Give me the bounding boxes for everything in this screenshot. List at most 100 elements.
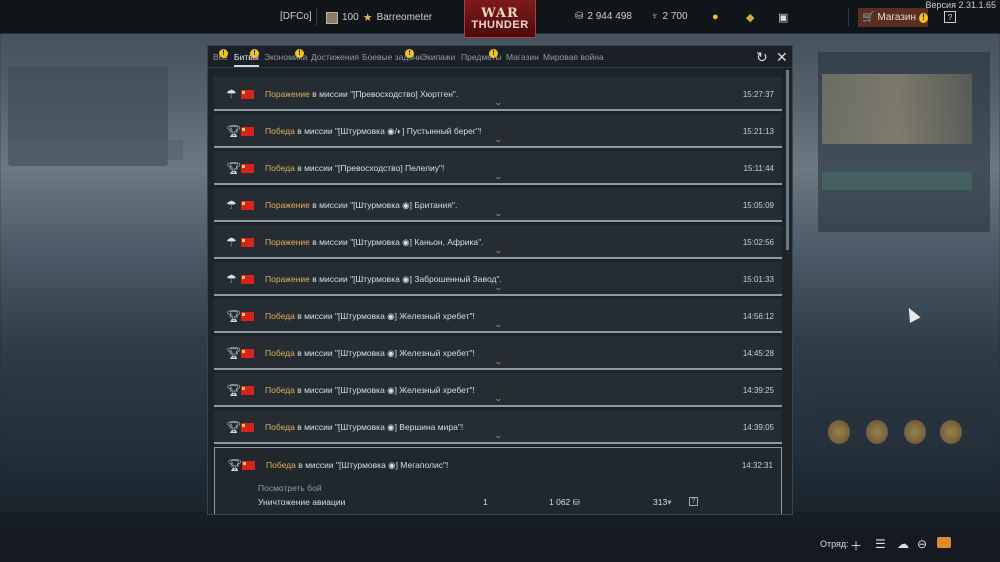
china-flag-icon [241,312,254,321]
china-flag-icon [241,164,254,173]
tab-world-war[interactable]: Мировая война [543,52,604,62]
silver-lions[interactable]: ⛁ 2 944 498 [575,11,632,22]
chevron-down-icon[interactable]: ⌄ [494,172,503,181]
view-battle-link[interactable]: Посмотреть бой [258,483,322,493]
parachute-icon: ☂ [226,87,237,101]
notifications-window: Все ! Битвы ! Экономика ! Достижения Бое… [207,45,793,515]
parachute-icon: ☂ [226,235,237,249]
china-flag-icon [242,461,255,470]
silver-lions-icon: ⛁ [572,497,580,507]
chevron-down-icon[interactable]: ⌄ [494,431,503,440]
china-flag-icon [241,423,254,432]
list-item[interactable]: 🏆︎ Победа в миссии "[Штурмовка ◉] Железн… [214,373,782,407]
golden-eagles[interactable]: ♆ 2 700 [651,11,688,22]
timestamp: 14:56:12 [742,312,774,321]
china-flag-icon [241,386,254,395]
trophy-icon: 🏆︎ [226,309,242,323]
tab-shop[interactable]: Магазин [506,52,539,62]
timestamp: 15:11:44 [743,164,774,173]
list-item[interactable]: ☂ Поражение в миссии "[Штурмовка ◉] Забр… [214,262,782,296]
lightbulb-icon[interactable]: ● [712,11,719,23]
squadron-tag[interactable]: [DFCo] [280,11,312,22]
chevron-down-icon[interactable]: ⌄ [494,246,503,255]
chevron-down-icon[interactable]: ⌄ [494,394,503,403]
list-item[interactable]: 🏆︎ Победа в миссии "[Штурмовка ◉] Железн… [214,336,782,370]
background-image [822,74,972,144]
timestamp: 14:32:31 [741,461,773,470]
stat-research: 313▾ [653,497,672,507]
trophy-icon: 🏆︎ [226,383,242,397]
china-flag-icon [241,201,254,210]
medal-icon [904,420,926,444]
help-icon[interactable]: ? [689,497,698,506]
timestamp: 15:02:56 [742,238,774,247]
trophy-icon: 🏆︎ [226,346,242,360]
list-item[interactable]: 🏆︎ Победа в миссии "[Превосходство] Пеле… [214,151,782,185]
avatar [326,11,338,24]
shop-button[interactable]: 🛒 Магазин ! [858,8,928,27]
chevron-down-icon[interactable]: ⌄ [494,98,503,107]
parachute-icon: ☂ [226,272,237,286]
coupon-icon[interactable]: ▣ [778,11,788,24]
china-flag-icon [241,349,254,358]
tab-bar: Все ! Битвы ! Экономика ! Достижения Бое… [208,46,792,68]
player-level: 100 [342,12,359,23]
list-item[interactable]: ☂ Поражение в миссии "[Штурмовка ◉] Брит… [214,188,782,222]
background-panel [8,140,183,160]
warbonds-icon[interactable]: ◆ [746,11,754,24]
chevron-down-icon[interactable]: ⌄ [494,283,503,292]
username: Barreometer [376,12,433,23]
refresh-icon[interactable]: ↻ [756,49,768,66]
list-item[interactable]: 🏆︎ Победа в миссии "[Штурмовка ◉] Железн… [214,299,782,333]
background-panel [822,172,972,190]
timestamp: 15:21:13 [742,127,774,136]
trophy-icon: 🏆︎ [226,420,242,434]
star-icon: ★ [362,12,373,24]
top-bar: Версия 2.31.1.65 [DFCo] 100 ★ Barreomete… [0,0,1000,38]
tab-achievements[interactable]: Достижения [311,52,359,62]
alert-icon: ! [405,46,415,58]
contacts-icon[interactable]: ☁ [897,537,909,551]
alert-icon: ! [919,12,928,23]
divider [316,8,317,26]
list-item[interactable]: ☂ Поражение в миссии "[Превосходство] Хю… [214,77,782,111]
timestamp: 15:01:33 [742,275,774,284]
war-thunder-logo[interactable]: WAR THUNDER [464,0,536,38]
stat-label: Уничтожение авиации [258,497,346,507]
alert-icon: ! [219,46,229,58]
tab-crews[interactable]: Экипажи [421,52,455,62]
plus-icon[interactable]: ＋ [850,537,862,554]
mail-icon[interactable] [937,537,951,548]
help-button[interactable]: ? [944,11,956,23]
medal-icon [828,420,850,444]
timestamp: 14:45:28 [742,349,774,358]
cart-icon: 🛒 [862,12,875,23]
version-label: Версия 2.31.1.65 [925,0,996,10]
trophy-icon: 🏆︎ [226,124,242,138]
scrollbar[interactable] [786,70,789,250]
alert-icon: ! [295,46,305,58]
list-icon[interactable]: ☰ [875,537,886,551]
stat-silver: 1 062 ⛁ [549,497,580,507]
timestamp: 15:27:37 [742,90,774,99]
close-icon[interactable]: ✕ [776,49,788,66]
chat-icon[interactable]: ⊖ [917,537,927,551]
chevron-down-icon[interactable]: ⌄ [494,320,503,329]
chevron-down-icon[interactable]: ⌄ [494,209,503,218]
list-item[interactable]: 🏆︎ Победа в миссии "[Штурмовка ◉] Вершин… [214,410,782,444]
list-item-expanded[interactable]: 🏆︎ Победа в миссии "[Штурмовка ◉] Мегапо… [214,447,782,514]
alert-icon: ! [489,46,499,58]
china-flag-icon [241,127,254,136]
chevron-down-icon[interactable]: ⌄ [494,357,503,366]
list-item[interactable]: ☂ Поражение в миссии "[Штурмовка ◉] Кань… [214,225,782,259]
timestamp: 14:39:05 [742,423,774,432]
profile[interactable]: 100 ★ Barreometer [326,11,432,24]
list-item[interactable]: 🏆︎ Победа в миссии "[Штурмовка ◉/◐] Пуст… [214,114,782,148]
chevron-down-icon[interactable]: ⌄ [494,135,503,144]
timestamp: 14:39:25 [742,386,774,395]
squad-label: Отряд: [820,539,849,549]
timestamp: 15:05:09 [742,201,774,210]
trophy-icon: 🏆︎ [226,161,242,175]
china-flag-icon [241,275,254,284]
golden-eagle-icon: ♆ [651,11,659,22]
